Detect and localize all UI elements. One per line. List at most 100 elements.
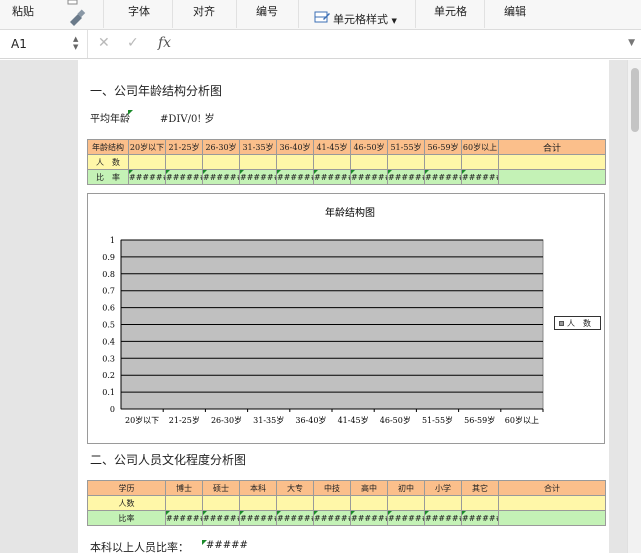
name-box[interactable]: A1 ▲ ▼ [0,30,88,58]
count-cell[interactable] [202,495,240,511]
paste-button[interactable]: 粘贴 [12,3,34,19]
row-header[interactable]: 学历 [87,480,166,496]
column-header[interactable]: 本科 [239,480,277,496]
ratio-cell[interactable]: ###### [461,169,499,185]
ratio-row-label[interactable]: 比 率 [87,169,129,185]
scroll-thumb[interactable] [631,68,639,132]
font-group-button[interactable]: 字体 [128,3,150,19]
avg-age-value: #DIV/0! 岁 [160,114,215,125]
column-header[interactable]: 中技 [313,480,351,496]
legend-label: 人 数 [567,319,591,328]
edit-group-button[interactable]: 编辑 [504,3,526,19]
ratio-total-cell[interactable] [498,169,606,185]
column-header[interactable]: 56-59岁 [424,139,462,155]
column-header[interactable]: 31-35岁 [239,139,277,155]
column-header[interactable]: 合计 [498,480,606,496]
ratio-cell[interactable]: ###### [165,169,203,185]
column-header[interactable]: 51-55岁 [387,139,425,155]
count-row-label[interactable]: 人 数 [87,154,129,170]
cancel-icon[interactable]: ✕ [98,35,110,51]
age-structure-chart[interactable]: 年龄结构图 0 0.1 0.2 0.3 0.4 0.5 0.6 0.7 0.8 0.9 1 20岁以下 2… [87,193,605,444]
ratio-cell[interactable]: ###### [313,510,351,526]
cell-style-button[interactable]: 单元格样式 ▼ [333,11,397,27]
column-header[interactable]: 21-25岁 [165,139,203,155]
ratio-cell[interactable]: ###### [239,510,277,526]
expand-formula-icon[interactable]: ▼ [628,38,635,48]
count-cell[interactable] [165,495,203,511]
ratio-cell[interactable]: ###### [424,510,462,526]
column-header[interactable]: 硕士 [202,480,240,496]
ratio-cell[interactable]: ###### [128,169,166,185]
row-header[interactable]: 年龄结构 [87,139,129,155]
count-cell[interactable] [313,495,351,511]
column-header[interactable]: 36-40岁 [276,139,314,155]
confirm-icon[interactable]: ✓ [127,35,139,51]
count-cell[interactable] [461,495,499,511]
ratio-cell[interactable]: ###### [165,510,203,526]
format-painter-button[interactable] [66,0,88,28]
ratio-cell[interactable]: ###### [202,510,240,526]
ratio-row-label[interactable]: 比率 [87,510,166,526]
align-group-button[interactable]: 对齐 [193,3,215,19]
count-cell[interactable] [498,154,606,170]
number-group-button[interactable]: 编号 [256,3,278,19]
y-tick-label: 0.3 [102,354,115,363]
count-cell[interactable] [276,495,314,511]
ratio-cell[interactable]: ###### [239,169,277,185]
column-header[interactable]: 大专 [276,480,314,496]
fx-icon[interactable]: fx [158,35,171,51]
ratio-cell[interactable]: ###### [461,510,499,526]
ratio-cell[interactable]: ###### [350,510,388,526]
ratio-cell[interactable]: ###### [276,510,314,526]
x-tick-label: 60岁以上 [505,415,539,425]
ratio-cell[interactable]: ###### [424,169,462,185]
count-cell[interactable] [165,154,203,170]
column-header[interactable]: 41-45岁 [313,139,351,155]
count-cell[interactable] [276,154,314,170]
count-cell[interactable] [350,495,388,511]
count-cell[interactable] [128,154,166,170]
count-cell[interactable] [387,495,425,511]
chart-title: 年龄结构图 [325,206,375,219]
count-cell[interactable] [461,154,499,170]
copy-icon [67,0,78,5]
ratio-cell[interactable]: ###### [276,169,314,185]
ratio-cell[interactable]: ###### [313,169,351,185]
count-cell[interactable] [424,154,462,170]
column-header[interactable]: 合计 [498,139,606,155]
count-cell[interactable] [387,154,425,170]
y-tick-label: 0.5 [102,321,115,330]
cell-style-icon [314,9,330,29]
column-header[interactable]: 60岁以上 [461,139,499,155]
ratio-cell[interactable]: ###### [202,169,240,185]
column-header[interactable]: 博士 [165,480,203,496]
count-cell[interactable] [350,154,388,170]
section2-title: 二、公司人员文化程度分析图 [90,453,247,467]
column-header[interactable]: 初中 [387,480,425,496]
count-row-label[interactable]: 人数 [87,495,166,511]
error-indicator-icon [128,110,133,115]
ratio-cell[interactable]: ###### [387,169,425,185]
count-cell[interactable] [498,495,606,511]
column-header[interactable]: 高中 [350,480,388,496]
ratio-cell[interactable]: ###### [350,169,388,185]
count-cell[interactable] [424,495,462,511]
cells-group-button[interactable]: 单元格 [434,3,467,19]
column-header[interactable]: 小学 [424,480,462,496]
column-header[interactable]: 20岁以下 [128,139,166,155]
count-cell[interactable] [239,495,277,511]
column-header[interactable]: 46-50岁 [350,139,388,155]
column-header[interactable]: 26-30岁 [202,139,240,155]
error-indicator-icon [462,170,466,174]
y-tick-label: 1 [110,236,115,245]
vertical-scrollbar[interactable] [627,60,641,553]
column-header[interactable]: 其它 [461,480,499,496]
count-cell[interactable] [313,154,351,170]
ratio-cell[interactable]: ###### [387,510,425,526]
updown-arrows-icon[interactable]: ▲ ▼ [73,35,81,51]
count-cell[interactable] [239,154,277,170]
count-cell[interactable] [202,154,240,170]
chart-svg: 年龄结构图 0 0.1 0.2 0.3 0.4 0.5 0.6 0.7 0.8 0.9 1 20岁以下 2… [102,206,544,425]
ratio-total-cell[interactable] [498,510,606,526]
y-tick-label: 0 [110,405,115,414]
